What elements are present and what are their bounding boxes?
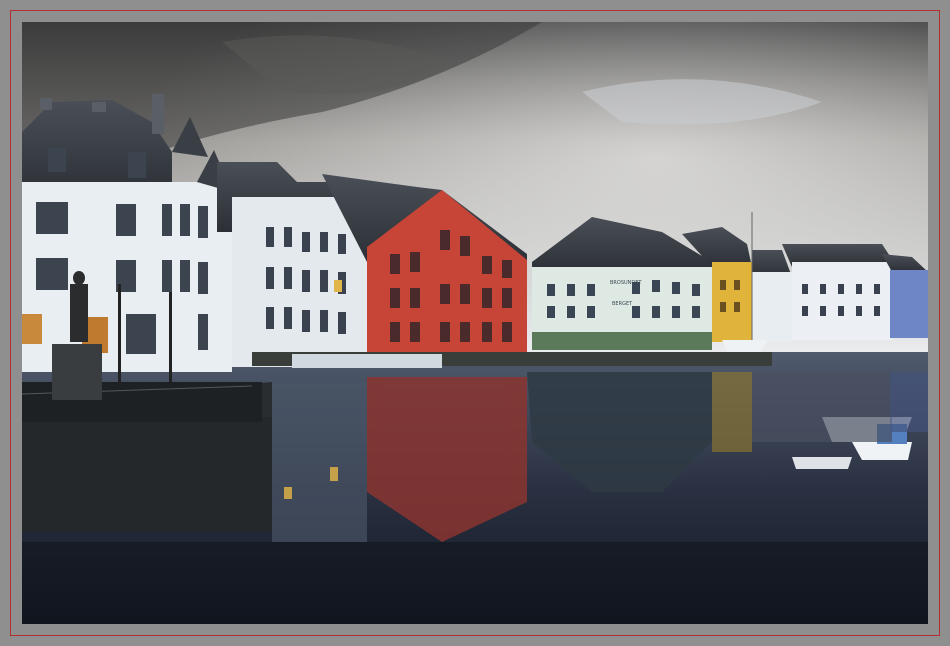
photo-frame: BROSUNDET BERGET xyxy=(0,0,950,646)
harbor-scene: BROSUNDET BERGET xyxy=(22,22,928,624)
hotel-sign-2: BERGET xyxy=(612,301,633,307)
hotel-sign: BROSUNDET xyxy=(610,280,642,286)
stone-quay xyxy=(22,382,272,532)
right-white-buildings xyxy=(752,244,897,342)
floating-terrace xyxy=(292,354,442,368)
harbor-photo: BROSUNDET BERGET xyxy=(22,22,928,624)
